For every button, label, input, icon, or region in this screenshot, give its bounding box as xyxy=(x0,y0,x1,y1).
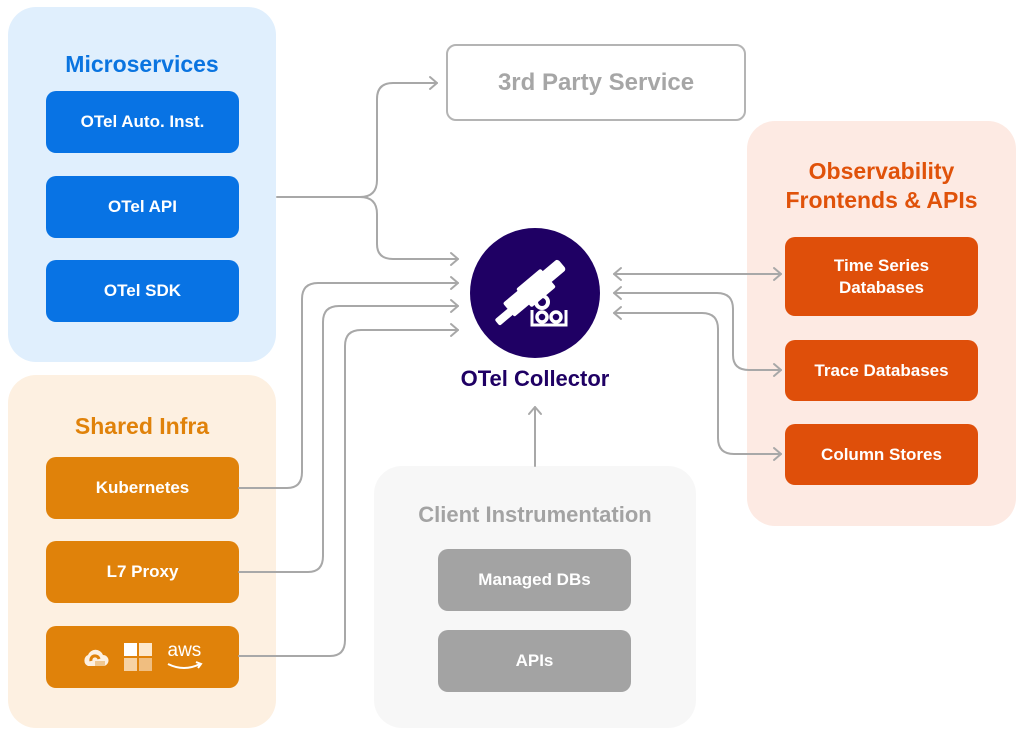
connector-l7proxy-to-collector xyxy=(238,305,459,573)
telescope-icon xyxy=(495,259,568,327)
connector-micro-to-third-party xyxy=(276,82,438,198)
otel-collector-node[interactable] xyxy=(470,228,600,358)
connector-collector-to-trace xyxy=(613,292,782,371)
otel-collector-label: OTel Collector xyxy=(460,366,610,391)
connector-micro-to-collector xyxy=(359,196,459,260)
